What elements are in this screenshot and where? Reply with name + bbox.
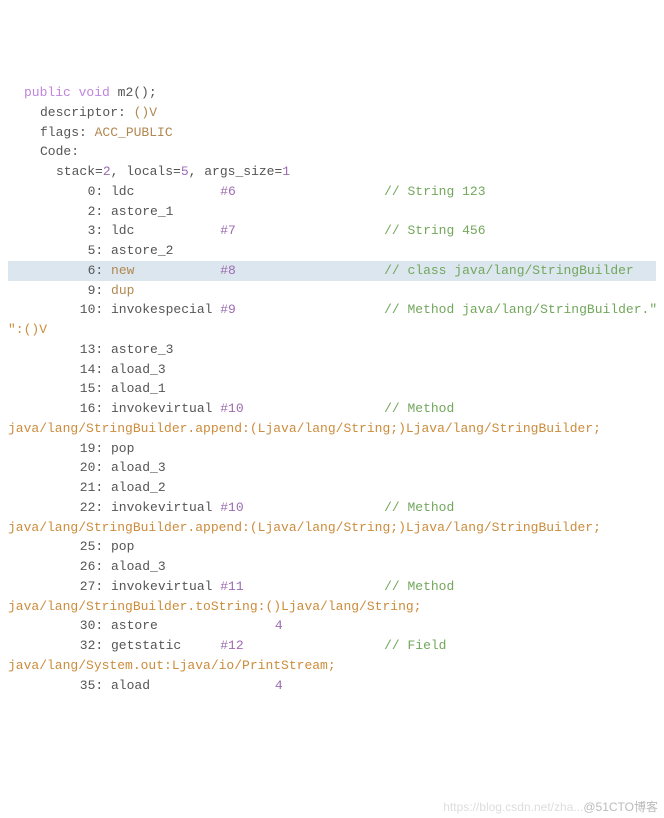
bytecode-line: 20: aload_3 — [8, 458, 656, 478]
bytecode-line: 25: pop — [8, 537, 656, 557]
bytecode-line: 5: astore_2 — [8, 241, 656, 261]
bytecode-line: 13: astore_3 — [8, 340, 656, 360]
bytecode-line: 3: ldc #7 // String 456 — [8, 221, 656, 241]
bytecode-line: 27: invokevirtual #11 // Method — [8, 577, 656, 597]
bytecode-wrap: ":()V — [8, 320, 656, 340]
bytecode-line: 2: astore_1 — [8, 202, 656, 222]
bytecode-wrap: java/lang/StringBuilder.append:(Ljava/la… — [8, 419, 656, 439]
watermark-url: https://blog.csdn.net/zha... — [443, 800, 583, 814]
bytecode-line: 9: dup — [8, 281, 656, 301]
bytecode-line: 21: aload_2 — [8, 478, 656, 498]
code-label: Code: — [8, 142, 656, 162]
bytecode-line: 0: ldc #6 // String 123 — [8, 182, 656, 202]
bytecode-wrap: java/lang/StringBuilder.toString:()Ljava… — [8, 597, 656, 617]
bytecode-line: 30: astore 4 — [8, 616, 656, 636]
bytecode-line: 26: aload_3 — [8, 557, 656, 577]
bytecode-line: 22: invokevirtual #10 // Method — [8, 498, 656, 518]
bytecode-line: 15: aload_1 — [8, 379, 656, 399]
bytecode-line: 10: invokespecial #9 // Method java/lang… — [8, 300, 656, 320]
bytecode-listing: public void m2();descriptor: ()Vflags: A… — [8, 83, 656, 695]
method-signature: public void m2(); — [8, 83, 656, 103]
bytecode-line: 32: getstatic #12 // Field — [8, 636, 656, 656]
flags: flags: ACC_PUBLIC — [8, 123, 656, 143]
bytecode-line: 6: new #8 // class java/lang/StringBuild… — [8, 261, 656, 281]
bytecode-line: 14: aload_3 — [8, 360, 656, 380]
watermark: https://blog.csdn.net/zha...@51CTO博客 — [437, 779, 658, 815]
descriptor: descriptor: ()V — [8, 103, 656, 123]
bytecode-wrap: java/lang/System.out:Ljava/io/PrintStrea… — [8, 656, 656, 676]
watermark-handle: @51CTO博客 — [583, 800, 658, 814]
bytecode-wrap: java/lang/StringBuilder.append:(Ljava/la… — [8, 518, 656, 538]
bytecode-line: 16: invokevirtual #10 // Method — [8, 399, 656, 419]
stack-info: stack=2, locals=5, args_size=1 — [8, 162, 656, 182]
bytecode-line: 19: pop — [8, 439, 656, 459]
bytecode-line: 35: aload 4 — [8, 676, 656, 696]
